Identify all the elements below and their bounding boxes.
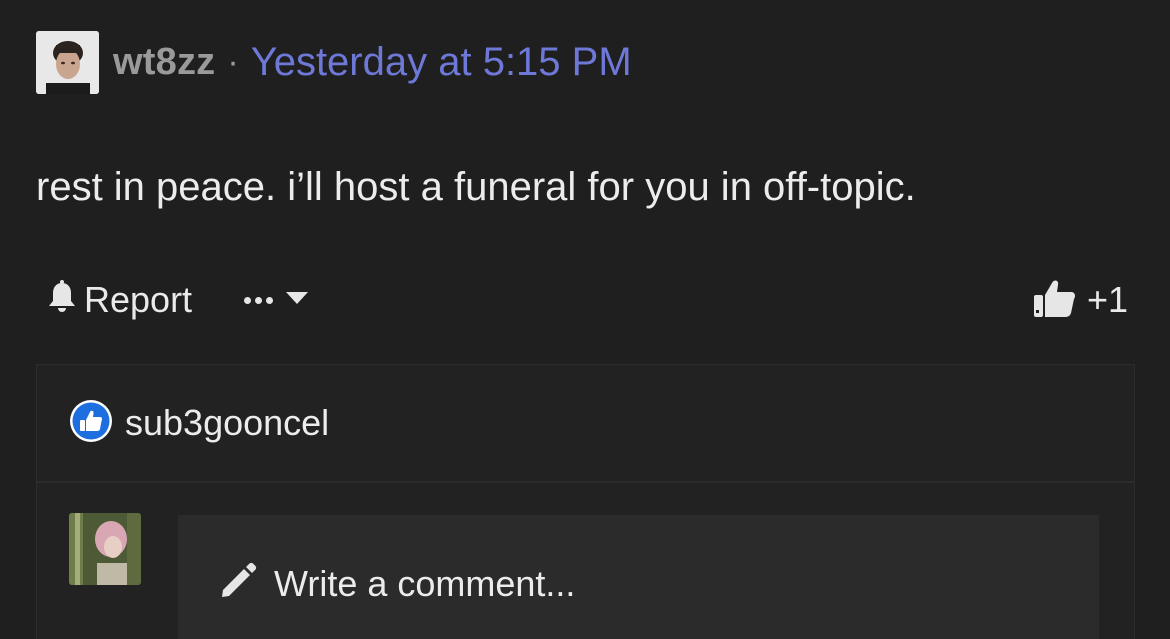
like-count: +1: [1086, 279, 1128, 320]
post-timestamp[interactable]: Yesterday at 5:15 PM: [251, 40, 632, 85]
author-username[interactable]: wt8zz: [113, 41, 215, 84]
post-header: wt8zz · Yesterday at 5:15 PM: [36, 30, 632, 94]
comment-placeholder: Write a comment...: [274, 562, 576, 604]
chevron-down-icon: [285, 291, 309, 310]
like-badge-icon: [69, 399, 113, 448]
header-separator: ·: [227, 42, 239, 81]
commenter-avatar[interactable]: [69, 513, 141, 585]
post-page: wt8zz · Yesterday at 5:15 PM rest in pea…: [0, 0, 1170, 639]
comment-composer-row: Write a comment...: [37, 483, 1134, 639]
report-label: Report: [84, 279, 193, 320]
author-avatar[interactable]: [36, 30, 99, 94]
comment-input[interactable]: Write a comment...: [178, 515, 1099, 639]
thumbs-up-icon: [1033, 277, 1077, 324]
reactions-comments-panel: sub3gooncel Write a comment...: [36, 364, 1135, 639]
like-button[interactable]: +1: [1033, 277, 1128, 324]
more-options-button[interactable]: [244, 291, 309, 310]
post-actions: Report +1: [46, 277, 1128, 323]
post-body-text: rest in peace. i’ll host a funeral for y…: [36, 165, 916, 209]
reaction-user-name[interactable]: sub3gooncel: [125, 402, 329, 444]
bell-icon: [46, 279, 78, 321]
report-button[interactable]: Report: [46, 279, 192, 321]
pencil-icon: [218, 561, 258, 606]
ellipsis-icon: [244, 296, 274, 304]
reaction-users-row: sub3gooncel: [37, 365, 1134, 483]
